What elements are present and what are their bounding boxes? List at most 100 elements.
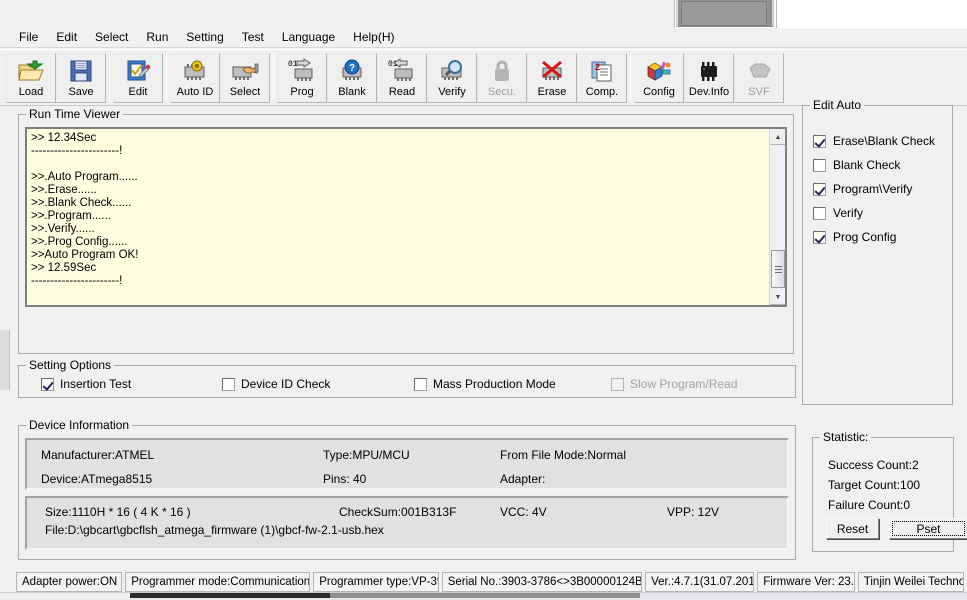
checkbox-slow-program-read [611, 378, 624, 391]
reset-button-label: Reset [837, 522, 868, 536]
toolbar-label-select: Select [230, 86, 261, 98]
device-information-panel-top: Manufacturer:ATMEL Device:ATmega8515 Typ… [25, 438, 789, 490]
toolbar-button-load[interactable]: Load [6, 53, 56, 103]
scroll-up-arrow-icon[interactable]: ▲ [770, 129, 786, 145]
device-checksum: CheckSum:001B313F [339, 505, 456, 519]
toolbar-button-config[interactable]: Config [634, 53, 684, 103]
toolbar-button-blank[interactable]: ? Blank [327, 53, 377, 103]
status-programmer-mode: Programmer mode:Communication OK! [125, 572, 310, 592]
status-adapter-power: Adapter power:ON [16, 572, 122, 592]
menu-help[interactable]: Help(H) [344, 29, 403, 46]
background-scrollbar-thumb-dark[interactable] [130, 593, 330, 598]
run-time-viewer-group: Run Time Viewer >> 12.34Sec ------------… [18, 114, 794, 354]
checkbox-row-insertion-test[interactable]: Insertion Test [41, 377, 131, 391]
setting-options-legend: Setting Options [26, 358, 114, 372]
application-window: File Edit Select Run Setting Test Langua… [0, 0, 967, 600]
device-vcc: VCC: 4V [500, 505, 547, 519]
svg-text:01: 01 [288, 60, 298, 69]
background-mini-window-body [681, 1, 767, 26]
toolbar-label-blank: Blank [338, 86, 366, 98]
reset-button[interactable]: Reset [826, 518, 879, 539]
status-version: Ver.:4.7.1(31.07.2017) [645, 572, 754, 592]
console-vertical-scrollbar[interactable]: ▲ ▼ [769, 129, 785, 305]
checkbox-row-program-verify[interactable]: Program\Verify [813, 182, 912, 196]
device-adapter: Adapter: [500, 472, 545, 486]
toolbar-separator-1 [106, 53, 113, 101]
background-horizontal-scrollbar[interactable] [0, 592, 967, 600]
checkbox-prog-config[interactable] [813, 231, 826, 244]
toolbar-button-save[interactable]: Save [56, 53, 106, 103]
toolbar-button-edit[interactable]: Edit [113, 53, 163, 103]
toolbar-label-devinfo: Dev.Info [689, 86, 729, 98]
toolbar-button-devinfo[interactable]: Dev.Info [684, 53, 734, 103]
menu-run[interactable]: Run [137, 29, 177, 46]
pset-button[interactable]: Pset [889, 518, 967, 539]
device-size: Size:1110H * 16 ( 4 K * 16 ) [45, 505, 191, 519]
svg-text:2: 2 [595, 62, 600, 72]
edit-auto-group: Edit Auto Erase\Blank Check Blank Check … [802, 105, 953, 405]
checkbox-row-device-id-check[interactable]: Device ID Check [222, 377, 330, 391]
checkbox-row-mass-production-mode[interactable]: Mass Production Mode [414, 377, 556, 391]
menubar: File Edit Select Run Setting Test Langua… [0, 28, 967, 48]
menu-select[interactable]: Select [86, 29, 137, 46]
checkbox-row-verify[interactable]: Verify [813, 206, 863, 220]
status-serial-number: Serial No.:3903-3786<>3B00000124B63C [442, 572, 642, 592]
statistic-group: Statistic: Success Count:2 Target Count:… [812, 437, 954, 552]
checkbox-row-erase-blank-check[interactable]: Erase\Blank Check [813, 134, 935, 148]
floppy-disk-icon [66, 57, 96, 85]
status-programmer-type: Programmer type:VP-390+ [313, 572, 438, 592]
soic-chip-icon [694, 57, 724, 85]
toolbar-label-verify: Verify [438, 86, 466, 98]
toolbar-button-svf[interactable]: SVF [734, 53, 784, 103]
svf-chip-icon [744, 57, 774, 85]
padlock-icon [487, 57, 517, 85]
checkbox-device-id-check[interactable] [222, 378, 235, 391]
run-time-viewer-legend: Run Time Viewer [26, 107, 123, 121]
toolbar-label-erase: Erase [538, 86, 567, 98]
menu-language[interactable]: Language [273, 29, 344, 46]
menu-edit[interactable]: Edit [47, 29, 86, 46]
toolbar-button-verify[interactable]: Verify [427, 53, 477, 103]
device-information-panel-bottom: Size:1110H * 16 ( 4 K * 16 ) CheckSum:00… [25, 496, 789, 550]
menu-file[interactable]: File [10, 29, 47, 46]
toolbar-button-prog[interactable]: 01 Prog [277, 53, 327, 103]
device-information-group: Device Information Manufacturer:ATMEL De… [18, 425, 796, 560]
checkbox-verify[interactable] [813, 207, 826, 220]
menu-setting[interactable]: Setting [177, 29, 232, 46]
toolbar-label-edit: Edit [129, 86, 148, 98]
run-time-console-text: >> 12.34Sec -----------------------! >>.… [27, 129, 769, 305]
toolbar-label-read: Read [389, 86, 415, 98]
checkbox-row-blank-check[interactable]: Blank Check [813, 158, 900, 172]
chip-gear-icon [180, 57, 210, 85]
background-divider-left [674, 0, 675, 28]
toolbar-label-compare: Comp. [586, 86, 618, 98]
menu-test[interactable]: Test [233, 29, 273, 46]
checkbox-label-program-verify: Program\Verify [833, 182, 912, 196]
toolbar-button-read[interactable]: 01 Read [377, 53, 427, 103]
chip-arrow-out-icon: 01 [387, 57, 417, 85]
toolbar-label-save: Save [68, 86, 93, 98]
toolbar-button-compare[interactable]: 2 Comp. [577, 53, 627, 103]
toolbar-button-security[interactable]: Secu. [477, 53, 527, 103]
checkbox-label-slow-program-read: Slow Program/Read [630, 377, 737, 391]
checkbox-blank-check[interactable] [813, 159, 826, 172]
toolbar-separator-4 [627, 53, 634, 101]
scrollbar-thumb[interactable] [771, 250, 785, 288]
checkbox-row-prog-config[interactable]: Prog Config [813, 230, 896, 244]
checkbox-erase-blank-check[interactable] [813, 135, 826, 148]
device-vpp: VPP: 12V [667, 505, 719, 519]
scroll-down-arrow-icon[interactable]: ▼ [770, 289, 786, 305]
run-time-console[interactable]: >> 12.34Sec -----------------------! >>.… [25, 127, 787, 307]
statistic-success-count: Success Count:2 [828, 458, 919, 472]
checkbox-program-verify[interactable] [813, 183, 826, 196]
checkbox-mass-production-mode[interactable] [414, 378, 427, 391]
toolbar-button-autoid[interactable]: Auto ID [170, 53, 220, 103]
checkbox-label-mass-production-mode: Mass Production Mode [433, 377, 556, 391]
checkbox-insertion-test[interactable] [41, 378, 54, 391]
statistic-legend: Statistic: [820, 430, 871, 444]
device-from-file-mode: From File Mode:Normal [500, 448, 626, 462]
device-name: Device:ATmega8515 [41, 472, 152, 486]
background-scrollbar-thumb-light[interactable] [330, 593, 640, 598]
toolbar-button-select[interactable]: Select [220, 53, 270, 103]
toolbar-button-erase[interactable]: Erase [527, 53, 577, 103]
